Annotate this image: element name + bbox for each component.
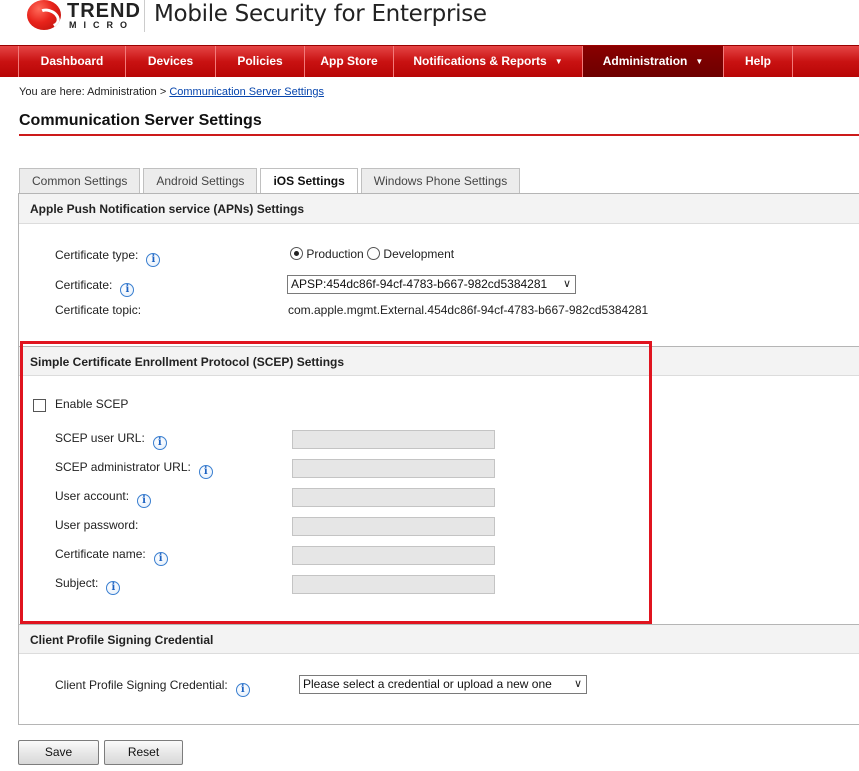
main-nav: Dashboard Devices Policies App Store Not… [0, 45, 859, 77]
info-icon[interactable]: i [137, 494, 152, 508]
nav-item-label: Notifications & Reports [413, 54, 547, 68]
trend-micro-logo: TREND MICRO [27, 0, 140, 34]
signing-credential-select-value: Please select a credential or upload a n… [303, 677, 552, 691]
label-text: Client Profile Signing Credential: [55, 678, 228, 692]
tab-android-settings[interactable]: Android Settings [143, 168, 258, 194]
label-text: User account: [55, 489, 130, 503]
nav-item-dashboard[interactable]: Dashboard [19, 46, 126, 77]
scep-admin-url-input[interactable] [292, 459, 495, 478]
header-divider [144, 0, 145, 32]
radio-production-label: Production [306, 247, 364, 261]
nav-item-help[interactable]: Help [724, 46, 793, 77]
radio-development[interactable] [367, 247, 381, 260]
certificate-select-value: APSP:454dc86f-94cf-4783-b667-982cd538428… [291, 277, 548, 291]
tab-windows-phone-settings[interactable]: Windows Phone Settings [360, 168, 521, 194]
certificate-label: Certificate: i [55, 278, 135, 297]
tab-ios-settings[interactable]: iOS Settings [260, 168, 358, 195]
breadcrumb-prefix: You are here: Administration > [19, 86, 170, 98]
page-title: Communication Server Settings [19, 112, 262, 129]
label-text: SCEP user URL: [55, 431, 145, 445]
apns-section-header: Apple Push Notification service (APNs) S… [19, 194, 859, 224]
user-account-label: User account: i [55, 489, 152, 508]
certificate-topic-value: com.apple.mgmt.External.454dc86f-94cf-47… [288, 303, 649, 317]
signing-credential-select[interactable]: Please select a credential or upload a n… [299, 675, 587, 694]
title-divider [19, 134, 859, 136]
breadcrumb: You are here: Administration > Communica… [19, 86, 324, 98]
enable-scep-label: Enable SCEP [55, 397, 129, 411]
nav-tail [793, 46, 859, 77]
scep-user-url-input[interactable] [292, 430, 495, 449]
settings-tabs: Common Settings Android Settings iOS Set… [19, 168, 523, 195]
label-text: Certificate: [55, 278, 113, 292]
info-icon[interactable]: i [235, 683, 250, 697]
signing-section-header: Client Profile Signing Credential [19, 624, 859, 654]
user-password-label: User password: [55, 518, 139, 532]
nav-item-label: Devices [147, 54, 194, 68]
certificate-type-label: Certificate type: i [55, 248, 161, 267]
subject-input[interactable] [292, 575, 495, 594]
caret-down-icon: ▼ [695, 57, 704, 66]
scep-admin-url-label: SCEP administrator URL: i [55, 460, 213, 479]
caret-down-icon: ▼ [554, 57, 563, 66]
logo-ball-icon [27, 0, 61, 30]
user-account-input[interactable] [292, 488, 495, 507]
chevron-down-icon: ∨ [573, 678, 582, 690]
nav-item-label: Dashboard [40, 54, 104, 68]
info-icon[interactable]: i [152, 436, 167, 450]
signing-credential-label: Client Profile Signing Credential: i [55, 678, 250, 697]
nav-item-policies[interactable]: Policies [216, 46, 305, 77]
certificate-name-label: Certificate name: i [55, 547, 168, 566]
tab-common-settings[interactable]: Common Settings [19, 168, 141, 194]
nav-item-label: App Store [320, 54, 378, 68]
label-text: Certificate type: [55, 248, 139, 262]
info-icon[interactable]: i [146, 253, 161, 267]
app-header: TREND MICRO Mobile Security for Enterpri… [0, 0, 859, 44]
certificate-name-input[interactable] [292, 546, 495, 565]
radio-development-label: Development [383, 247, 455, 261]
scep-section-header: Simple Certificate Enrollment Protocol (… [19, 346, 859, 376]
nav-item-administration[interactable]: Administration ▼ [583, 46, 724, 77]
nav-item-notifications-reports[interactable]: Notifications & Reports ▼ [394, 46, 583, 77]
certificate-type-options: Production Development [290, 247, 454, 261]
nav-item-app-store[interactable]: App Store [305, 46, 394, 77]
subject-label: Subject: i [55, 576, 121, 595]
certificate-topic-label: Certificate topic: [55, 303, 142, 317]
nav-item-label: Help [744, 54, 771, 68]
logo-text-bottom: MICRO [69, 20, 134, 30]
save-button[interactable]: Save [18, 740, 99, 765]
breadcrumb-link[interactable]: Communication Server Settings [169, 86, 324, 98]
app-title: Mobile Security for Enterprise [154, 1, 487, 27]
settings-panel: Apple Push Notification service (APNs) S… [18, 193, 859, 725]
info-icon[interactable]: i [106, 581, 121, 595]
label-text: SCEP administrator URL: [55, 460, 191, 474]
info-icon[interactable]: i [120, 283, 135, 297]
nav-item-devices[interactable]: Devices [126, 46, 216, 77]
certificate-select[interactable]: APSP:454dc86f-94cf-4783-b667-982cd538428… [287, 275, 576, 294]
nav-spacer [0, 46, 19, 77]
nav-item-label: Policies [237, 54, 283, 68]
label-text: Certificate name: [55, 547, 146, 561]
info-icon[interactable]: i [198, 465, 213, 479]
label-text: Subject: [55, 576, 99, 590]
radio-production[interactable] [290, 247, 303, 260]
info-icon[interactable]: i [153, 552, 168, 566]
scep-user-url-label: SCEP user URL: i [55, 431, 167, 450]
reset-button[interactable]: Reset [104, 740, 183, 765]
chevron-down-icon: ∨ [562, 278, 571, 290]
enable-scep-checkbox[interactable] [33, 399, 46, 412]
nav-item-label: Administration [602, 54, 688, 68]
user-password-input[interactable] [292, 517, 495, 536]
